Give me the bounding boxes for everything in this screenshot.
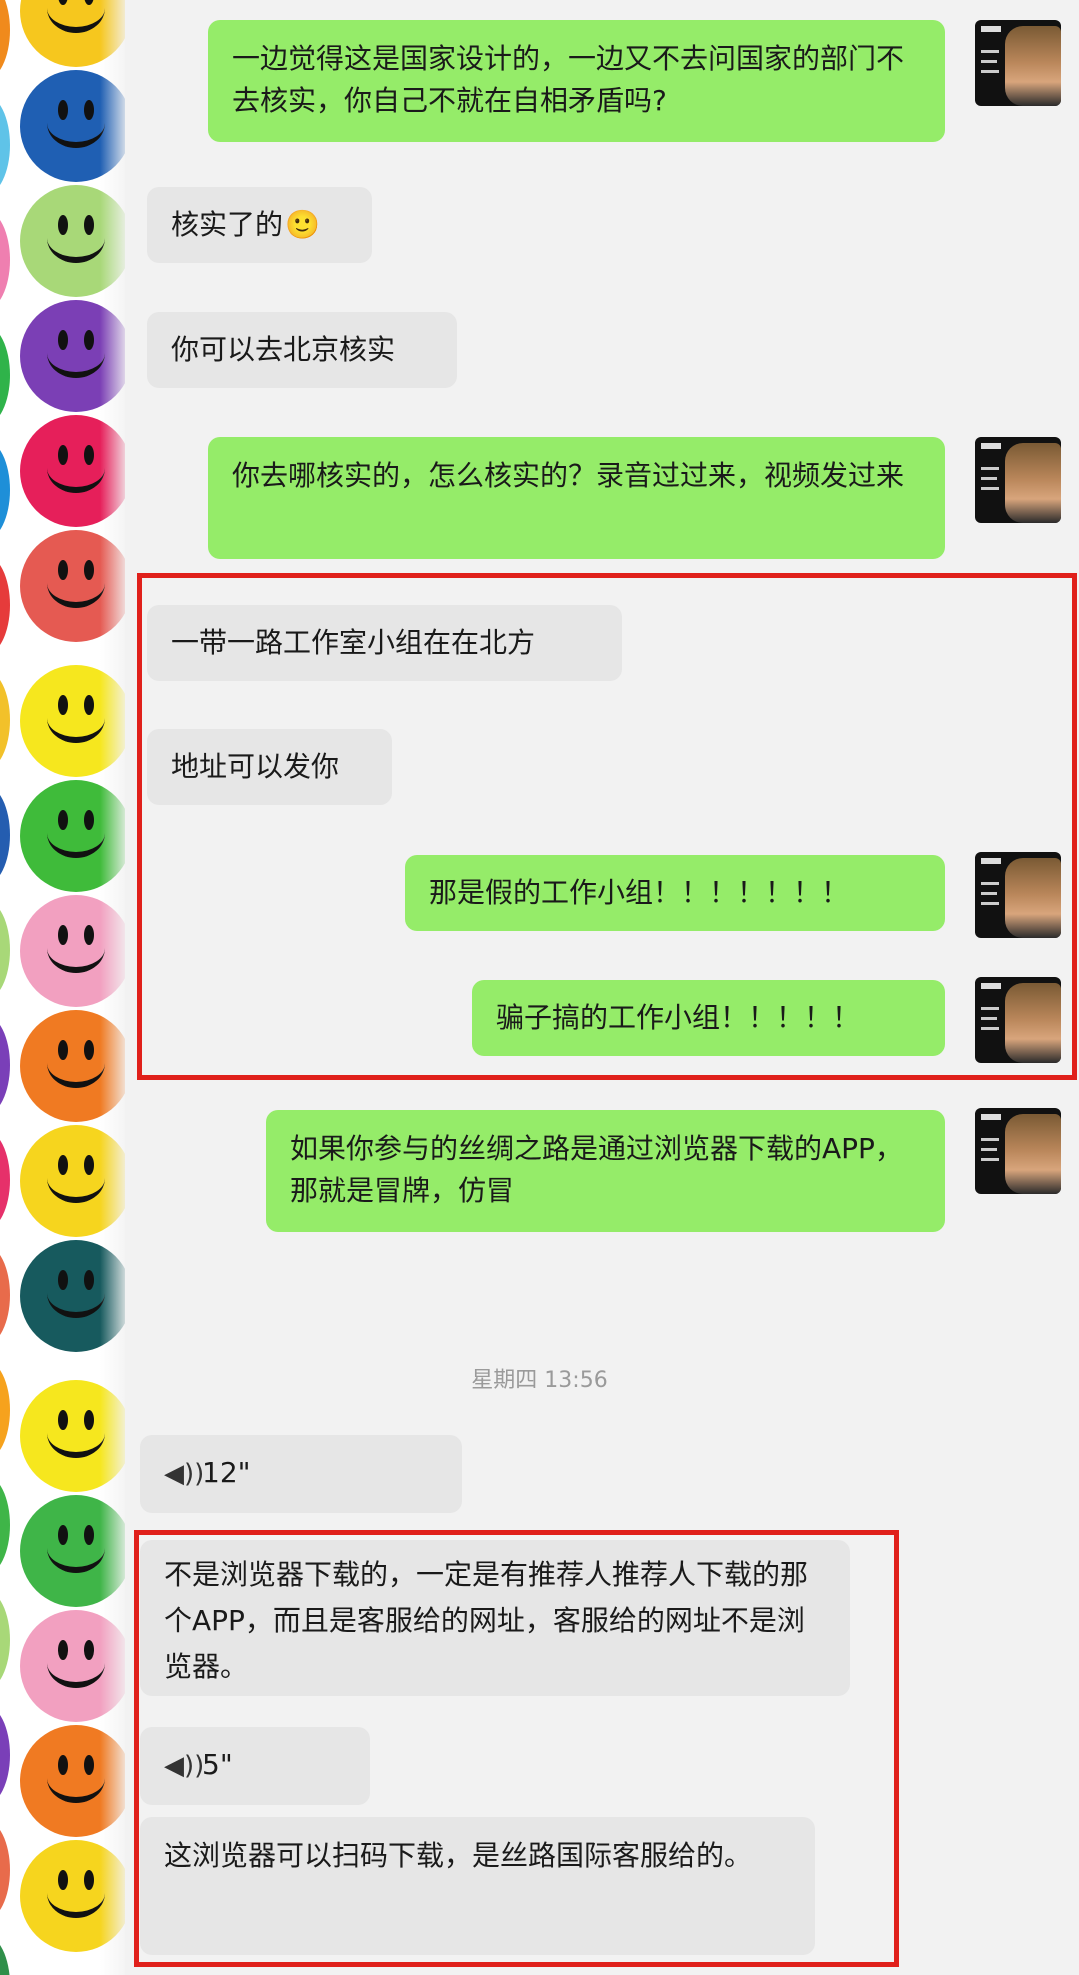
voice-message-bubble[interactable]: ◀))12" (140, 1435, 462, 1513)
user-avatar[interactable] (975, 977, 1061, 1063)
message-bubble-received[interactable]: 你可以去北京核实 (147, 312, 457, 388)
message-bubble-sent[interactable]: 你去哪核实的，怎么核实的？录音过过来，视频发过来 (208, 437, 945, 559)
voice-message-icon: ◀)) (164, 1751, 205, 1781)
message-text: 核实了的 (171, 208, 284, 241)
message-bubble-received[interactable]: 核实了的🙂 (147, 187, 372, 263)
smiling-emoji-icon: 🙂 (285, 208, 320, 241)
voice-message-bubble[interactable]: ◀))5" (140, 1727, 370, 1805)
message-text: 如果你参与的丝绸之路是通过浏览器下载的APP，那就是冒牌，仿冒 (290, 1132, 903, 1207)
message-text: 你可以去北京核实 (171, 333, 396, 366)
message-text: 骗子搞的工作小组！！！！！ (496, 1001, 861, 1034)
user-avatar[interactable] (975, 1108, 1061, 1194)
message-bubble-sent[interactable]: 一边觉得这是国家设计的，一边又不去问国家的部门不去核实，你自己不就在自相矛盾吗? (208, 20, 945, 142)
message-text: 一边觉得这是国家设计的，一边又不去问国家的部门不去核实，你自己不就在自相矛盾吗? (232, 42, 905, 117)
user-avatar[interactable] (975, 437, 1061, 523)
message-text: 这浏览器可以扫码下载，是丝路国际客服给的。 (164, 1839, 753, 1872)
chat-screenshot: 一边觉得这是国家设计的，一边又不去问国家的部门不去核实，你自己不就在自相矛盾吗?… (0, 0, 1079, 1975)
voice-duration: 12" (202, 1456, 251, 1489)
message-bubble-received[interactable]: 地址可以发你 (147, 729, 392, 805)
message-bubble-sent[interactable]: 骗子搞的工作小组！！！！！ (472, 980, 945, 1056)
voice-duration: 5" (202, 1748, 233, 1781)
message-bubble-received[interactable]: 不是浏览器下载的，一定是有推荐人推荐人下载的那个APP，而且是客服给的网址，客服… (140, 1540, 850, 1696)
user-avatar[interactable] (975, 20, 1061, 106)
message-bubble-sent[interactable]: 如果你参与的丝绸之路是通过浏览器下载的APP，那就是冒牌，仿冒 (266, 1110, 945, 1232)
smiley-sticker-strip (0, 0, 125, 1975)
message-text: 一带一路工作室小组在在北方 (171, 626, 536, 659)
message-text: 地址可以发你 (171, 750, 340, 783)
message-text: 那是假的工作小组！！！！！！！ (429, 876, 850, 909)
user-avatar[interactable] (975, 852, 1061, 938)
message-text: 不是浏览器下载的，一定是有推荐人推荐人下载的那个APP，而且是客服给的网址，客服… (164, 1558, 809, 1683)
voice-message-icon: ◀)) (164, 1459, 205, 1489)
message-text: 你去哪核实的，怎么核实的？录音过过来，视频发过来 (232, 459, 905, 492)
message-bubble-received[interactable]: 一带一路工作室小组在在北方 (147, 605, 622, 681)
message-bubble-received[interactable]: 这浏览器可以扫码下载，是丝路国际客服给的。 (140, 1817, 815, 1955)
message-timestamp: 星期四 13:56 (471, 1368, 608, 1393)
message-bubble-sent[interactable]: 那是假的工作小组！！！！！！！ (405, 855, 945, 931)
